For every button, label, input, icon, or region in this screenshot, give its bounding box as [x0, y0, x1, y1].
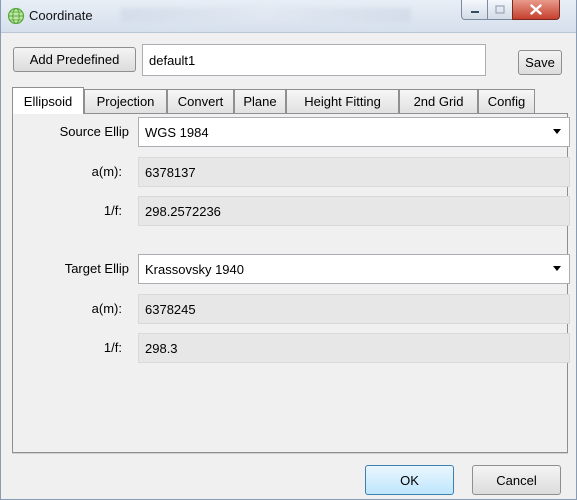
- target-ellip-select[interactable]: Krassovsky 1940: [138, 254, 570, 284]
- title-bar[interactable]: Coordinate: [1, 0, 576, 33]
- target-a-label: a(m):: [91, 301, 122, 316]
- source-a-value: 6378137: [145, 164, 196, 180]
- minimize-icon: [470, 10, 479, 13]
- target-ellip-label: Target Ellip: [64, 261, 129, 276]
- tab-2nd-grid[interactable]: 2nd Grid: [399, 89, 478, 113]
- globe-icon: [7, 7, 25, 25]
- close-icon: [530, 4, 542, 15]
- config-name-input[interactable]: [142, 44, 486, 76]
- target-a-value: 6378245: [145, 301, 196, 317]
- cancel-button[interactable]: Cancel: [472, 465, 561, 495]
- title-background-blur: [121, 8, 411, 23]
- source-ellip-label: Source Ellip: [59, 124, 129, 139]
- source-a-field[interactable]: 6378137: [138, 157, 570, 187]
- save-button[interactable]: Save: [518, 50, 562, 75]
- maximize-button[interactable]: [487, 0, 513, 20]
- ok-button[interactable]: OK: [365, 465, 454, 495]
- chevron-down-icon: [553, 129, 561, 134]
- target-f-field[interactable]: 298.3: [138, 333, 570, 363]
- tab-config[interactable]: Config: [478, 89, 535, 113]
- target-a-field[interactable]: 6378245: [138, 294, 570, 324]
- close-button[interactable]: [512, 0, 560, 20]
- source-f-field[interactable]: 298.2572236: [138, 196, 570, 226]
- source-ellip-value: WGS 1984: [145, 124, 209, 140]
- coordinate-window: Coordinate Add Predefined Save Ellipsoid…: [0, 0, 577, 500]
- tab-convert[interactable]: Convert: [167, 89, 234, 113]
- tab-projection[interactable]: Projection: [84, 89, 167, 113]
- add-predefined-button[interactable]: Add Predefined: [13, 47, 136, 72]
- source-f-label: 1/f:: [103, 203, 122, 218]
- maximize-icon: [495, 5, 505, 14]
- target-ellip-value: Krassovsky 1940: [145, 261, 244, 277]
- toolbar: Add Predefined Save: [1, 33, 576, 79]
- source-a-label: a(m):: [91, 164, 122, 179]
- minimize-button[interactable]: [461, 0, 488, 20]
- tab-ellipsoid[interactable]: Ellipsoid: [12, 87, 84, 114]
- target-f-label: 1/f:: [103, 340, 122, 355]
- window-title: Coordinate: [29, 8, 93, 23]
- footer-divider: [12, 453, 568, 454]
- tab-plane[interactable]: Plane: [234, 89, 286, 113]
- source-ellip-select[interactable]: WGS 1984: [138, 117, 570, 147]
- tab-height-fitting[interactable]: Height Fitting: [286, 89, 399, 113]
- ellipsoid-panel: Source Ellip WGS 1984 a(m): 6378137 1/f:…: [12, 113, 570, 453]
- chevron-down-icon: [553, 266, 561, 271]
- source-f-value: 298.2572236: [145, 203, 221, 219]
- target-f-value: 298.3: [145, 340, 178, 356]
